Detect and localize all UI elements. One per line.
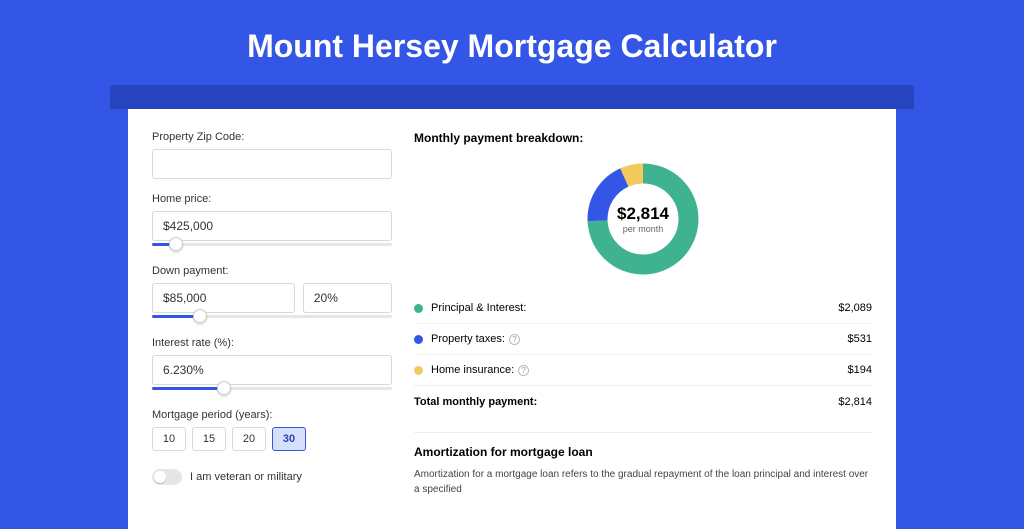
- legend-label: Property taxes:?: [431, 333, 848, 345]
- interest-rate-label: Interest rate (%):: [152, 337, 392, 349]
- down-payment-field: Down payment:: [152, 265, 392, 323]
- help-icon[interactable]: ?: [518, 365, 529, 376]
- zip-input[interactable]: [152, 149, 392, 179]
- legend-value: $2,089: [838, 302, 872, 314]
- veteran-label: I am veteran or military: [190, 471, 302, 483]
- breakdown-column: Monthly payment breakdown: $2,814 per mo…: [414, 131, 872, 507]
- legend-row: Property taxes:?$531: [414, 323, 872, 354]
- breakdown-title: Monthly payment breakdown:: [414, 131, 872, 145]
- legend-label: Principal & Interest:: [431, 302, 838, 314]
- interest-rate-field: Interest rate (%):: [152, 337, 392, 395]
- veteran-toggle[interactable]: [152, 469, 182, 485]
- down-payment-input[interactable]: [152, 283, 295, 313]
- home-price-label: Home price:: [152, 193, 392, 205]
- donut-sub: per month: [623, 224, 664, 234]
- legend-dot: [414, 304, 423, 313]
- divider: [414, 432, 872, 433]
- total-label: Total monthly payment:: [414, 396, 838, 408]
- period-option-15[interactable]: 15: [192, 427, 226, 451]
- legend-label: Home insurance:?: [431, 364, 848, 376]
- home-price-input[interactable]: [152, 211, 392, 241]
- legend-row: Home insurance:?$194: [414, 354, 872, 385]
- veteran-row: I am veteran or military: [152, 469, 392, 485]
- down-payment-slider[interactable]: [152, 311, 392, 323]
- legend: Principal & Interest:$2,089Property taxe…: [414, 293, 872, 385]
- home-price-field: Home price:: [152, 193, 392, 251]
- donut-chart: $2,814 per month: [583, 159, 703, 279]
- donut-chart-wrap: $2,814 per month: [414, 155, 872, 293]
- legend-dot: [414, 366, 423, 375]
- slider-thumb[interactable]: [217, 381, 231, 395]
- mortgage-period-options: 10152030: [152, 427, 392, 451]
- legend-value: $531: [848, 333, 872, 345]
- period-option-20[interactable]: 20: [232, 427, 266, 451]
- slider-thumb[interactable]: [169, 237, 183, 251]
- interest-rate-slider[interactable]: [152, 383, 392, 395]
- inputs-column: Property Zip Code: Home price: Down paym…: [152, 131, 392, 507]
- calculator-panel: Property Zip Code: Home price: Down paym…: [128, 109, 896, 529]
- down-payment-pct-input[interactable]: [303, 283, 392, 313]
- zip-label: Property Zip Code:: [152, 131, 392, 143]
- interest-rate-input[interactable]: [152, 355, 392, 385]
- mortgage-period-field: Mortgage period (years): 10152030: [152, 409, 392, 451]
- zip-field: Property Zip Code:: [152, 131, 392, 179]
- total-value: $2,814: [838, 396, 872, 408]
- mortgage-period-label: Mortgage period (years):: [152, 409, 392, 421]
- down-payment-label: Down payment:: [152, 265, 392, 277]
- panel-shadow: [110, 85, 914, 109]
- home-price-slider[interactable]: [152, 239, 392, 251]
- total-row: Total monthly payment: $2,814: [414, 385, 872, 418]
- help-icon[interactable]: ?: [509, 334, 520, 345]
- slider-thumb[interactable]: [193, 309, 207, 323]
- donut-center: $2,814 per month: [583, 159, 703, 279]
- page-title: Mount Hersey Mortgage Calculator: [0, 0, 1024, 85]
- period-option-10[interactable]: 10: [152, 427, 186, 451]
- donut-amount: $2,814: [617, 204, 669, 224]
- legend-value: $194: [848, 364, 872, 376]
- legend-row: Principal & Interest:$2,089: [414, 293, 872, 323]
- amortization-text: Amortization for a mortgage loan refers …: [414, 467, 872, 497]
- period-option-30[interactable]: 30: [272, 427, 306, 451]
- amortization-title: Amortization for mortgage loan: [414, 445, 872, 459]
- legend-dot: [414, 335, 423, 344]
